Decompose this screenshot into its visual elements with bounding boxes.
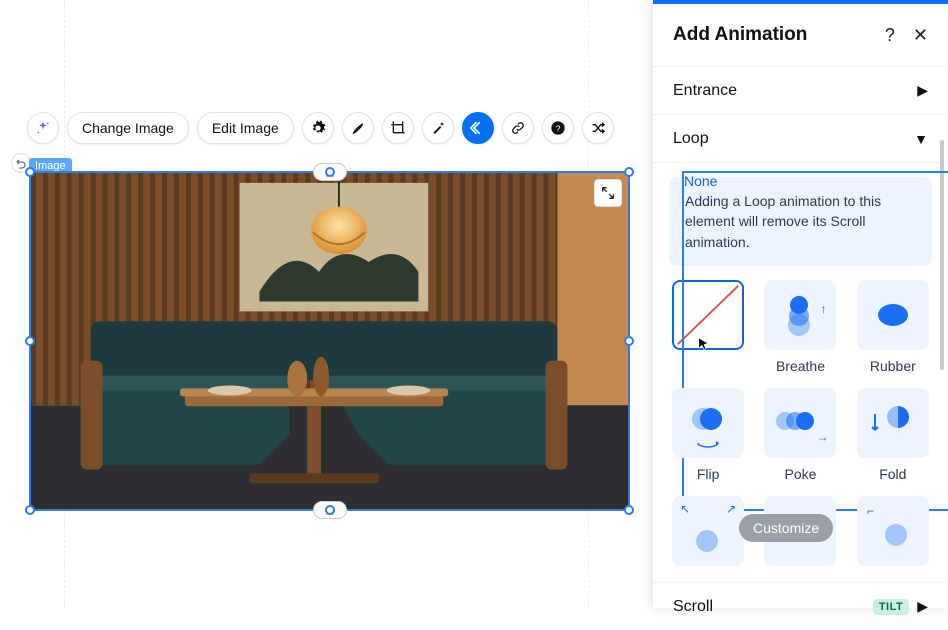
resize-handle[interactable] [624,505,634,515]
anim-thumb: ⌐ [857,496,929,566]
settings-button[interactable] [302,112,334,144]
animation-button[interactable] [462,112,494,144]
shuffle-button[interactable] [582,112,614,144]
anim-thumb-breathe: ↑ [764,280,836,350]
svg-text:?: ? [555,123,560,133]
expand-icon[interactable] [594,179,622,207]
section-label: Scroll [673,598,713,616]
chevron-down-icon: ▼ [914,131,928,147]
editor-canvas: Change Image Edit Image ? Image [0,0,653,608]
change-image-button[interactable]: Change Image [67,112,189,144]
section-label: Loop [673,130,709,148]
panel-header: Add Animation ? ✕ [653,4,948,66]
section-label: Entrance [673,82,737,100]
resize-handle[interactable] [624,167,634,177]
panel-help-icon[interactable]: ? [885,25,895,46]
resize-handle[interactable] [25,167,35,177]
resize-handle[interactable] [25,336,35,346]
resize-handle[interactable] [624,336,634,346]
image-content [31,173,628,509]
anim-option-other[interactable]: ↖ ↗ [669,496,747,574]
anim-thumb: ↖ ↗ [672,496,744,566]
section-scroll[interactable]: Scroll TILT ▶ [653,582,948,630]
magic-wand-button[interactable] [422,112,454,144]
customize-button[interactable]: Customize [739,514,833,542]
animation-panel: Add Animation ? ✕ Entrance ▶ Loop ▼ Addi… [653,0,948,608]
section-entrance[interactable]: Entrance ▶ [653,66,948,114]
crop-button[interactable] [382,112,414,144]
help-button[interactable]: ? [542,112,574,144]
anim-option-none[interactable]: None [669,280,747,374]
section-loop[interactable]: Loop ▼ [653,114,948,162]
resize-handle[interactable] [25,505,35,515]
image-toolbar: Change Image Edit Image ? [27,112,614,144]
link-button[interactable] [502,112,534,144]
chevron-right-icon: ▶ [917,82,928,99]
resize-handle[interactable] [325,167,335,177]
scroll-badge: TILT [873,599,909,615]
ai-sparkle-button[interactable] [27,112,59,144]
anim-thumb-rubber [857,280,929,350]
anim-option-other[interactable]: ⌐ [854,496,932,574]
edit-image-button[interactable]: Edit Image [197,112,294,144]
chevron-right-icon: ▶ [917,598,928,615]
panel-title: Add Animation [673,24,807,46]
anim-thumb-poke: → [764,388,836,458]
panel-close-icon[interactable]: ✕ [913,25,928,46]
anim-thumb-fold [857,388,929,458]
selected-image-frame[interactable] [29,171,630,511]
loop-section-body: Adding a Loop animation to this element … [653,162,948,582]
anim-thumb-flip [672,388,744,458]
brush-button[interactable] [342,112,374,144]
resize-handle[interactable] [325,505,335,515]
